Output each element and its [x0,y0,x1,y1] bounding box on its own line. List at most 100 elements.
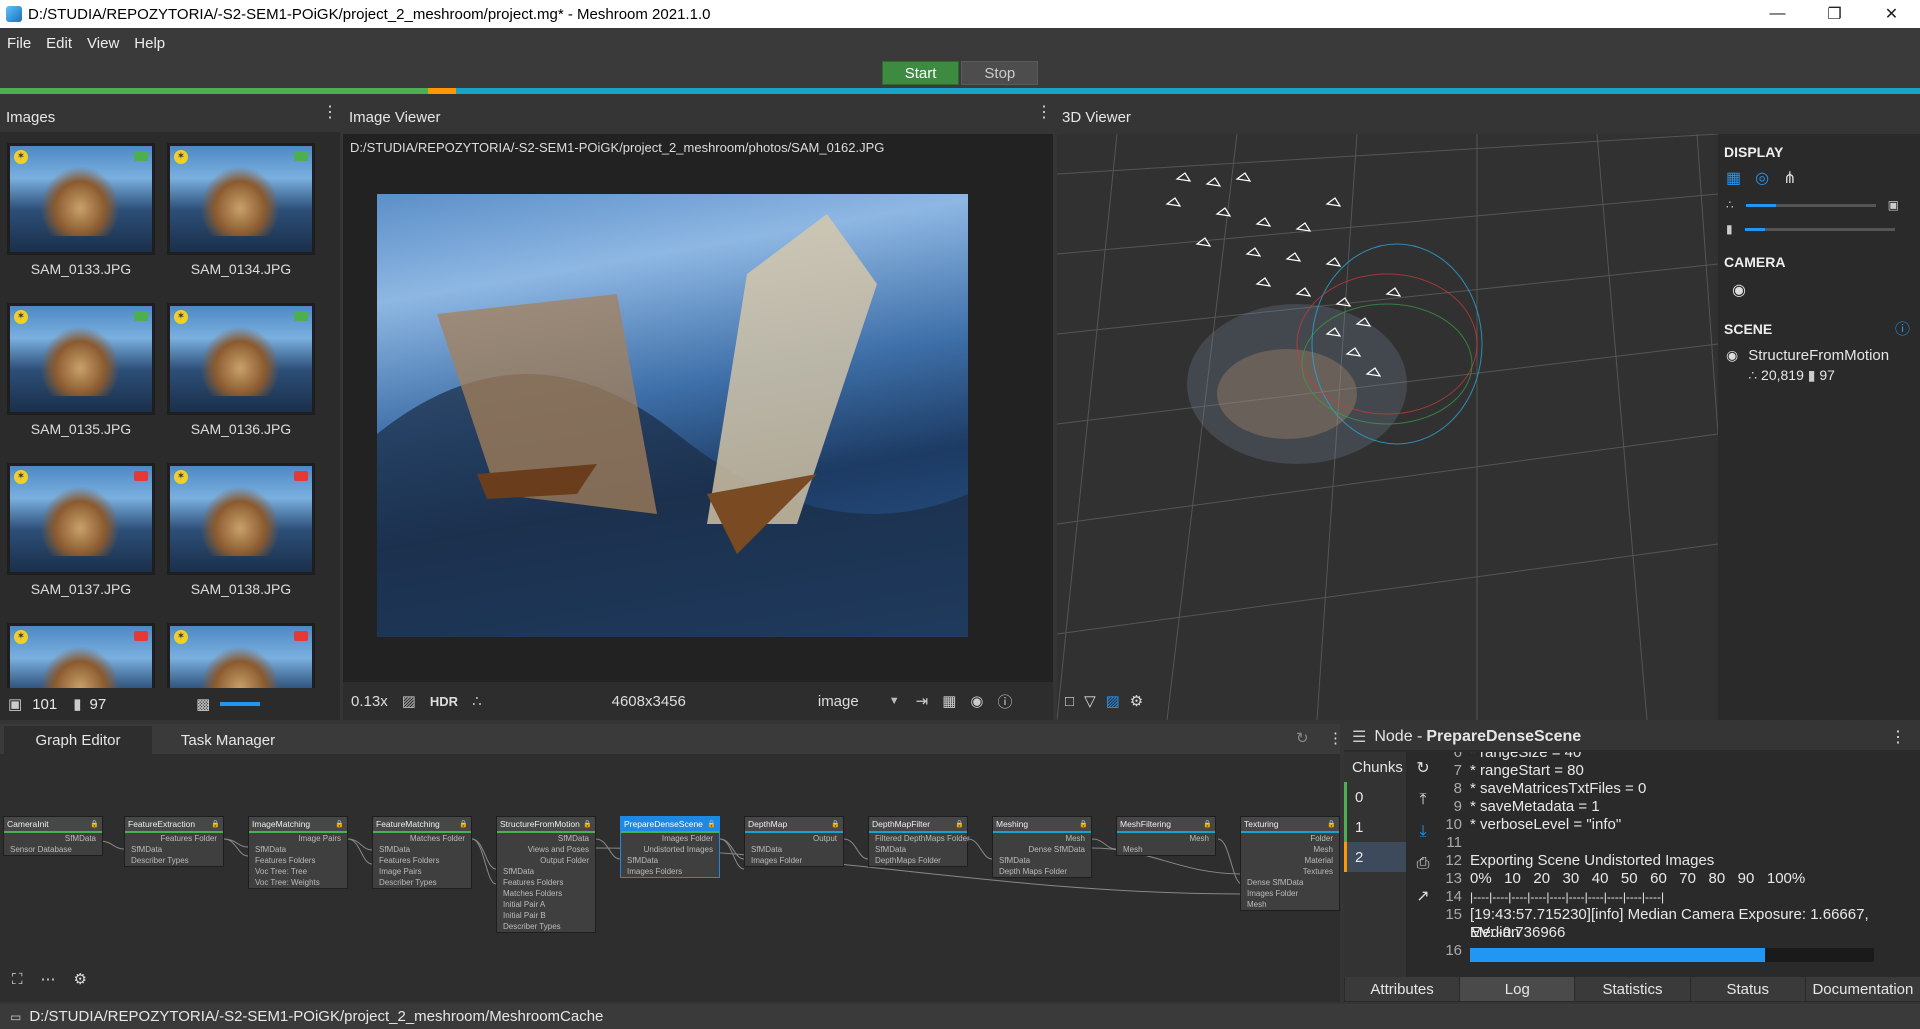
camera-ok-icon [134,151,148,161]
copy-clipboard-icon[interactable]: ⎙ [1406,848,1440,880]
features-icon[interactable]: ∴ [472,692,482,710]
image-name: SAM_0138.JPG [190,581,292,597]
info-icon[interactable]: ⓘ [997,691,1012,712]
layout-icon[interactable]: ⋯ [41,970,56,988]
start-button[interactable]: Start [881,61,960,85]
menu-file[interactable]: File [0,35,39,52]
image-icon: ▣ [8,696,23,713]
cache-path[interactable]: D:/STUDIA/REPOZYTORIA/-S2-SEM1-POiGK/pro… [29,1008,603,1025]
restore-icon[interactable]: ❐ [1806,0,1863,28]
minimize-icon[interactable]: — [1749,0,1806,28]
menu-help[interactable]: Help [127,35,173,52]
import-icon[interactable]: ⇥ [916,692,929,710]
node-imagematching[interactable]: ImageMatching 🔒 Image Pairs SfMData Featu… [248,816,348,889]
lock-icon: 🔒 [211,821,220,828]
tab-log[interactable]: Log [1459,977,1575,1001]
tab-documentation[interactable]: Documentation [1804,977,1920,1001]
lock-icon: 🔒 [335,821,344,828]
lock-icon: 🔒 [583,821,592,828]
scroll-top-icon[interactable]: ⤒ [1406,784,1440,816]
gizmo-icon[interactable]: ◎ [1755,168,1769,188]
node-depthmap[interactable]: DepthMap 🔒 Output SfMData Images Folder [744,816,844,867]
image-thumbnail[interactable]: ✶ SAM_0134.JPG [167,143,315,277]
camera-scale-slider[interactable] [1744,227,1895,231]
visibility-eye-icon[interactable]: ◉ [1726,347,1738,384]
chunk-item[interactable]: 1 [1344,812,1406,842]
image-name: SAM_0137.JPG [30,581,132,597]
stop-button[interactable]: Stop [961,61,1039,85]
ship-photo [377,214,968,637]
tab-task-manager[interactable]: Task Manager [156,726,300,754]
image-thumbnail[interactable]: ✶ [167,623,315,688]
image-mode-select[interactable]: image [818,693,859,710]
node-texturing[interactable]: Texturing 🔒 Folder Mesh Material Textures… [1240,816,1340,911]
chunk-item[interactable]: 2 [1344,842,1406,872]
scene-item-name[interactable]: StructureFromMotion [1748,347,1889,364]
bbox-icon[interactable]: □ [1065,693,1074,710]
log-line: Exporting Scene Undistorted Images [1470,852,1715,869]
metadata-badge-icon: ✶ [174,150,188,164]
node-depthmapfilter[interactable]: DepthMapFilter 🔒 Filtered DepthMaps Folde… [868,816,970,867]
node-featureextraction[interactable]: FeatureExtraction 🔒 Features Folder SfMDa… [124,816,224,867]
tab-statistics[interactable]: Statistics [1574,977,1690,1001]
reload-log-icon[interactable]: ↻ [1406,752,1440,784]
log-line: * rangeStart = 80 [1470,762,1584,779]
tab-attributes[interactable]: Attributes [1344,977,1460,1001]
menu-bar: File Edit View Help [0,28,1920,58]
lock-icon: 🔒 [1203,821,1212,828]
chunk-item[interactable]: 0 [1344,782,1406,812]
node-camerainit[interactable]: CameraInit 🔒 SfMData Sensor Database [3,816,103,856]
folder-icon: ▭ [10,1009,22,1024]
fit-all-icon[interactable]: ⛶ [12,971,23,988]
thumbnail-size-slider[interactable] [220,702,261,706]
axes-icon[interactable]: ⋔ [1783,168,1796,188]
scroll-bottom-icon[interactable]: ⤓ [1406,816,1440,848]
image-thumbnail[interactable]: ✶ [7,623,155,688]
hdr-toggle[interactable]: HDR [430,694,458,709]
wireframe-icon[interactable]: ▽ [1084,692,1096,710]
zoom-level[interactable]: 0.13x [351,693,388,710]
open-external-icon[interactable]: ↗ [1406,880,1440,912]
image-thumbnail[interactable]: ✶ SAM_0133.JPG [7,143,155,277]
node-meshfiltering[interactable]: MeshFiltering 🔒 Mesh Mesh [1116,816,1216,856]
refresh-icon[interactable]: ↻ [1296,729,1309,747]
node-menu-icon[interactable]: ⋮ [1890,727,1906,747]
node-meshing[interactable]: Meshing 🔒 Mesh Dense SfMData SfMData Dept… [992,816,1092,878]
bottom-tabs: Graph Editor Task Manager ↻ ⋮ [0,724,1343,754]
node-featurematching[interactable]: FeatureMatching 🔒 Matches Folder SfMData … [372,816,472,889]
images-panel-title: Images [6,108,56,126]
histogram-icon[interactable]: ▦ [942,692,956,710]
graph-settings-icon[interactable]: ⚙ [74,970,87,988]
lock-icon: 🔒 [459,821,468,828]
channels-icon[interactable]: ▨ [402,692,416,710]
graph-editor-canvas[interactable]: CameraInit 🔒 SfMData Sensor Database Feat… [0,754,1340,1002]
camera-ok-icon [294,311,308,321]
log-line: * rangeSize = 40 [1470,752,1582,761]
tab-status[interactable]: Status [1689,977,1805,1001]
close-icon[interactable]: ✕ [1863,0,1920,28]
log-view[interactable]: 6 * rangeSize = 40 7 * rangeStart = 80 8 * … [1442,752,1920,977]
image-thumbnail[interactable]: ✶ SAM_0137.JPG [7,463,155,597]
images-menu-icon[interactable]: ⋮ [322,105,338,121]
scene-info-icon[interactable]: ⓘ [1895,318,1910,339]
viewer3d-canvas[interactable] [1057,134,1718,720]
image-thumbnail[interactable]: ✶ SAM_0138.JPG [167,463,315,597]
globe-icon[interactable]: ◉ [970,692,983,710]
node-structurefrommotion[interactable]: StructureFromMotion 🔒 SfMData Views and P… [496,816,596,933]
grid-icon[interactable]: ▦ [1726,168,1741,188]
settings-gear-icon[interactable]: ⚙ [1130,692,1143,710]
point-size-slider[interactable] [1745,203,1876,207]
menu-view[interactable]: View [80,35,127,52]
node-panel-header: ☰ Node - PrepareDenseScene ⋮ [1344,724,1920,750]
textured-icon[interactable]: ▨ [1106,692,1120,710]
chevron-down-icon[interactable]: ▼ [889,695,900,707]
menu-edit[interactable]: Edit [39,35,80,52]
node-preparedensescene[interactable]: PrepareDenseScene 🔒 Images Folder Undisto… [620,816,720,878]
image-viewer-menu-icon[interactable]: ⋮ [1036,105,1052,121]
image-thumbnail[interactable]: ✶ SAM_0135.JPG [7,303,155,437]
camera-snapshot-icon[interactable]: ◉ [1732,280,1920,300]
image-thumbnail[interactable]: ✶ SAM_0136.JPG [167,303,315,437]
tab-graph-editor[interactable]: Graph Editor [4,726,152,754]
graph-menu-icon[interactable]: ⋮ [1328,729,1343,747]
fit-view-icon[interactable]: ▣ [1888,198,1899,212]
